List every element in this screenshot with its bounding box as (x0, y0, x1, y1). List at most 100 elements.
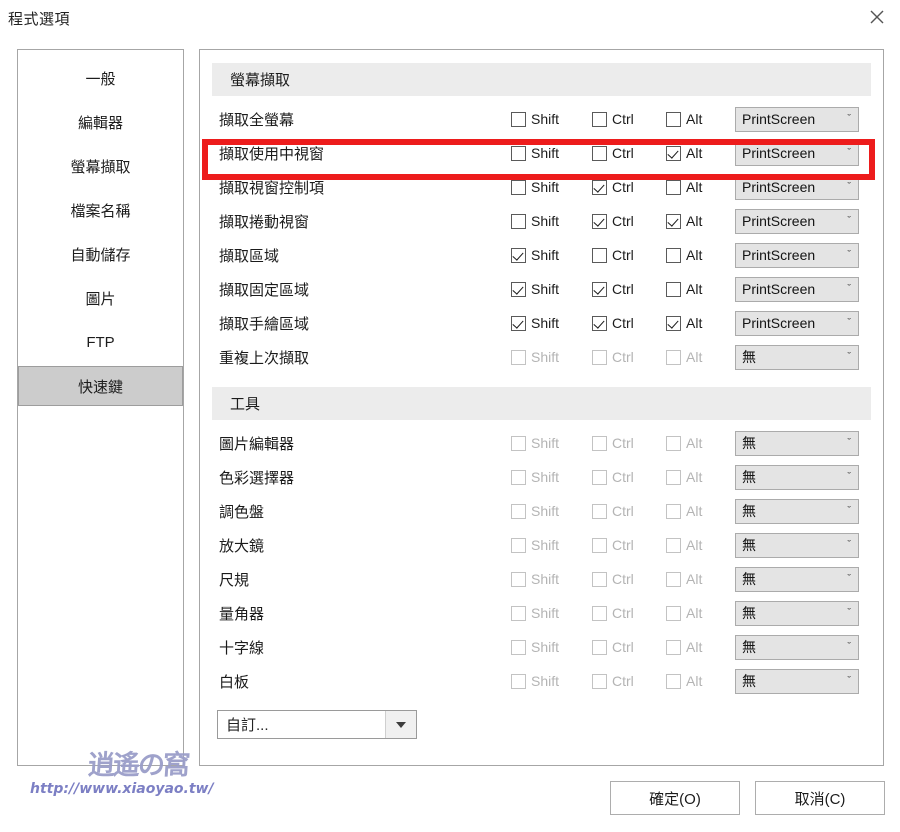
checkbox-ctrl[interactable]: Ctrl (592, 213, 634, 229)
checkbox-ctrl[interactable]: Ctrl (592, 247, 634, 263)
checkbox-alt[interactable]: Alt (666, 179, 702, 195)
checkbox-alt[interactable]: Alt (666, 315, 702, 331)
checkbox-ctrl-box[interactable] (592, 247, 607, 263)
checkbox-ctrl-box (592, 605, 607, 621)
sidebar-item-4[interactable]: 檔案名稱 (18, 190, 183, 230)
checkbox-ctrl-box (592, 571, 607, 587)
hotkey-key-select[interactable]: 無ˇ (735, 634, 859, 660)
checkbox-shift[interactable]: Shift (511, 247, 559, 263)
close-icon[interactable] (854, 0, 900, 34)
checkbox-alt-box[interactable] (666, 111, 681, 127)
sidebar-item-3[interactable]: 螢幕擷取 (18, 146, 183, 186)
sidebar-item-6[interactable]: 圖片 (18, 278, 183, 318)
cancel-button[interactable]: 取消(C) (755, 781, 885, 815)
sidebar-item-1[interactable]: 一般 (18, 58, 183, 98)
checkbox-ctrl-box[interactable] (592, 145, 607, 161)
sidebar-item-5[interactable]: 自動儲存 (18, 234, 183, 274)
window-title: 程式選項 (8, 11, 71, 28)
checkbox-ctrl[interactable]: Ctrl (592, 111, 634, 127)
hotkey-key-select[interactable]: PrintScreen ˇ (735, 208, 859, 234)
checkbox-shift-label: Shift (531, 111, 560, 127)
hotkey-key-select[interactable]: PrintScreen ˇ (735, 242, 859, 268)
checkbox-alt-box[interactable] (666, 213, 681, 229)
checkbox-shift-label: Shift (531, 247, 560, 263)
hotkey-action-label: 圖片編輯器 (219, 435, 295, 453)
checkbox-alt-box[interactable] (666, 315, 681, 331)
checkbox-ctrl-box[interactable] (592, 213, 607, 229)
checkbox-alt-box[interactable] (666, 145, 681, 161)
table-row: 擷取固定區域 Shift Ctrl Alt PrintScreen ˇ (200, 272, 883, 306)
sidebar-item-2[interactable]: 編輯器 (18, 102, 183, 142)
checkbox-shift-box[interactable] (511, 315, 526, 331)
checkbox-alt-label: Alt (686, 469, 703, 485)
checkbox-shift[interactable]: Shift (511, 179, 559, 195)
checkbox-shift-box[interactable] (511, 111, 526, 127)
checkbox-ctrl-label: Ctrl (612, 213, 634, 229)
hotkey-key-select[interactable]: 無ˇ (735, 344, 859, 370)
triangle-down-icon[interactable] (385, 711, 416, 738)
checkbox-alt-label: Alt (686, 247, 703, 263)
checkbox-shift[interactable]: Shift (511, 111, 559, 127)
checkbox-ctrl[interactable]: Ctrl (592, 179, 634, 195)
sidebar-item-8[interactable]: 快速鍵 (18, 366, 183, 406)
checkbox-shift-box[interactable] (511, 179, 526, 195)
checkbox-shift[interactable]: Shift (511, 145, 559, 161)
hotkey-key-select[interactable]: 無ˇ (735, 532, 859, 558)
checkbox-alt[interactable]: Alt (666, 213, 702, 229)
hotkey-key-value: PrintScreen (742, 145, 816, 161)
checkbox-ctrl-label: Ctrl (612, 571, 634, 587)
hotkey-key-select[interactable]: PrintScreen ˇ (735, 310, 859, 336)
checkbox-alt-box (666, 605, 681, 621)
checkbox-alt[interactable]: Alt (666, 247, 702, 263)
checkbox-alt-box[interactable] (666, 247, 681, 263)
hotkey-action-label: 擷取視窗控制項 (219, 179, 325, 197)
checkbox-alt[interactable]: Alt (666, 281, 702, 297)
checkbox-alt-box[interactable] (666, 281, 681, 297)
hotkey-key-value: 無 (742, 503, 756, 519)
checkbox-alt-label: Alt (686, 145, 703, 161)
checkbox-ctrl-box (592, 435, 607, 451)
hotkey-key-select[interactable]: 無ˇ (735, 430, 859, 456)
checkbox-alt[interactable]: Alt (666, 111, 702, 127)
checkbox-shift-box[interactable] (511, 247, 526, 263)
checkbox-ctrl-box[interactable] (592, 111, 607, 127)
checkbox-shift-box[interactable] (511, 281, 526, 297)
checkbox-alt-box (666, 349, 681, 365)
checkbox-shift-box[interactable] (511, 213, 526, 229)
checkbox-shift[interactable]: Shift (511, 213, 559, 229)
sidebar-item-label: 檔案名稱 (70, 202, 131, 220)
checkbox-alt-box[interactable] (666, 179, 681, 195)
sidebar-item-label: 快速鍵 (77, 378, 123, 396)
hotkey-key-select[interactable]: PrintScreen ˇ (735, 106, 859, 132)
hotkey-key-select[interactable]: 無ˇ (735, 566, 859, 592)
hotkey-key-select[interactable]: 無ˇ (735, 600, 859, 626)
sidebar-item-label: FTP (86, 333, 115, 351)
checkbox-ctrl[interactable]: Ctrl (592, 281, 634, 297)
table-row: 量角器 Shift Ctrl Alt 無 ˇ (200, 596, 883, 630)
custom-preset-combo[interactable]: 自訂... (217, 710, 417, 739)
checkbox-ctrl-label: Ctrl (612, 673, 634, 689)
checkbox-alt-label: Alt (686, 435, 703, 451)
checkbox-ctrl-box[interactable] (592, 315, 607, 331)
checkbox-alt[interactable]: Alt (666, 145, 702, 161)
checkbox-ctrl-label: Ctrl (612, 349, 634, 365)
hotkey-key-select[interactable]: 無ˇ (735, 464, 859, 490)
hotkey-key-select[interactable]: PrintScreen ˇ (735, 174, 859, 200)
checkbox-shift-box[interactable] (511, 145, 526, 161)
checkbox-alt-box (666, 673, 681, 689)
checkbox-ctrl-box[interactable] (592, 179, 607, 195)
hotkey-key-select[interactable]: 無ˇ (735, 498, 859, 524)
checkbox-shift[interactable]: Shift (511, 315, 559, 331)
ok-button[interactable]: 確定(O) (610, 781, 740, 815)
checkbox-ctrl-box[interactable] (592, 281, 607, 297)
checkbox-ctrl[interactable]: Ctrl (592, 145, 634, 161)
checkbox-ctrl-box (592, 537, 607, 553)
checkbox-shift: Shift (511, 503, 559, 519)
checkbox-shift[interactable]: Shift (511, 281, 559, 297)
hotkey-key-select[interactable]: 無ˇ (735, 668, 859, 694)
checkbox-ctrl[interactable]: Ctrl (592, 315, 634, 331)
sidebar-item-7[interactable]: FTP (18, 322, 183, 362)
sidebar-item-label: 一般 (85, 70, 116, 88)
hotkey-key-select[interactable]: PrintScreen ˇ (735, 276, 859, 302)
hotkey-key-select[interactable]: PrintScreen ˇ (735, 140, 859, 166)
